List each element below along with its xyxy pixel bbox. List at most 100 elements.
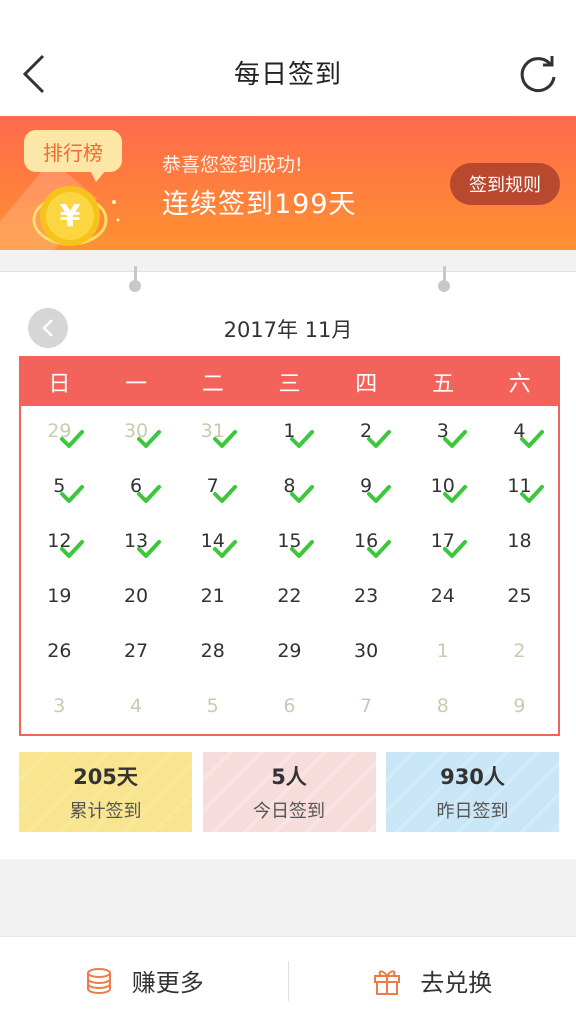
- streak-text: 连续签到199天: [162, 189, 357, 220]
- total-checkins-stat: 205天 累计签到: [19, 752, 192, 832]
- calendar-day[interactable]: 7: [174, 465, 251, 520]
- check-icon: [443, 485, 468, 503]
- weekday-label: 一: [125, 372, 148, 397]
- check-icon: [443, 430, 468, 448]
- check-icon: [290, 485, 315, 503]
- day-number: 21: [200, 585, 225, 607]
- svg-text:¥: ¥: [60, 199, 81, 234]
- coin-stack-icon: [86, 967, 111, 994]
- calendar-day[interactable]: 20: [98, 575, 175, 630]
- back-arrow-icon: [22, 54, 45, 94]
- calendar-day[interactable]: 2: [328, 410, 405, 465]
- calendar-day[interactable]: 11: [481, 465, 558, 520]
- calendar-day[interactable]: 7: [328, 685, 405, 740]
- month-label: 2017年 11月: [223, 318, 353, 342]
- gift-icon: [374, 969, 401, 995]
- pin-left: [129, 266, 141, 298]
- calendar-day[interactable]: 29: [21, 410, 98, 465]
- calendar-day[interactable]: 23: [328, 575, 405, 630]
- back-button[interactable]: [14, 52, 54, 96]
- day-number: 25: [507, 585, 532, 607]
- exchange-button[interactable]: 去兑换: [289, 937, 576, 1024]
- calendar-day[interactable]: 30: [328, 630, 405, 685]
- refresh-button[interactable]: [516, 52, 560, 96]
- stat-value: 930人: [440, 765, 505, 789]
- calendar-day[interactable]: 5: [174, 685, 251, 740]
- day-number: 28: [200, 640, 225, 662]
- calendar-day[interactable]: 25: [481, 575, 558, 630]
- day-number: 19: [47, 585, 72, 607]
- calendar-day[interactable]: 16: [328, 520, 405, 575]
- calendar-day[interactable]: 6: [251, 685, 328, 740]
- calendar-day[interactable]: 3: [21, 685, 98, 740]
- day-number: 27: [123, 640, 149, 662]
- refresh-icon: [520, 56, 556, 93]
- day-number: 8: [436, 695, 449, 717]
- check-icon: [290, 430, 315, 448]
- calendar-day[interactable]: 5: [21, 465, 98, 520]
- check-icon: [213, 540, 238, 558]
- app: 每日签到 排行榜 ¥ 恭喜您签到成功! 连续签到199天 签到规则 2017年 …: [0, 0, 576, 1024]
- day-number: 22: [277, 585, 302, 607]
- check-icon: [136, 485, 161, 503]
- calendar-day[interactable]: 9: [481, 685, 558, 740]
- yen-coin-icon: ¥: [32, 186, 120, 246]
- calendar-day[interactable]: 4: [98, 685, 175, 740]
- calendar-day[interactable]: 24: [404, 575, 481, 630]
- calendar-day[interactable]: 12: [21, 520, 98, 575]
- calendar-day[interactable]: 14: [174, 520, 251, 575]
- day-number: 6: [283, 695, 296, 717]
- checkin-rules-button[interactable]: 签到规则: [450, 163, 560, 205]
- calendar-day[interactable]: 6: [98, 465, 175, 520]
- check-icon: [60, 540, 84, 558]
- calendar-day[interactable]: 10: [404, 465, 481, 520]
- calendar-day[interactable]: 2: [481, 630, 558, 685]
- calendar-day[interactable]: 17: [404, 520, 481, 575]
- calendar-day[interactable]: 29: [251, 630, 328, 685]
- pin-right: [438, 266, 450, 298]
- check-icon: [213, 430, 238, 448]
- exchange-label: 去兑换: [420, 969, 493, 997]
- earn-more-button[interactable]: 赚更多: [0, 937, 288, 1024]
- calendar-day[interactable]: 3: [404, 410, 481, 465]
- calendar-day[interactable]: 8: [404, 685, 481, 740]
- day-number: 9: [513, 695, 526, 717]
- calendar-day[interactable]: 21: [174, 575, 251, 630]
- check-icon: [366, 430, 391, 448]
- day-number: 5: [206, 695, 219, 717]
- day-number: 4: [129, 695, 143, 717]
- weekday-label: 四: [355, 372, 378, 397]
- calendar-day[interactable]: 1: [404, 630, 481, 685]
- check-icon: [443, 540, 468, 558]
- status-bar: [0, 0, 576, 34]
- calendar-day[interactable]: 18: [481, 520, 558, 575]
- calendar-day[interactable]: 28: [174, 630, 251, 685]
- calendar-card: 2017年 11月 日一二三四五六 29 30 31 1 2 3 4 5 6 7 8 9 10 11 12 1…: [0, 266, 576, 859]
- calendar-day[interactable]: 26: [21, 630, 98, 685]
- calendar-day[interactable]: 1: [251, 410, 328, 465]
- day-number: 20: [123, 585, 149, 607]
- yesterday-checkins-stat: 930人 昨日签到: [386, 752, 559, 832]
- weekday-label: 六: [508, 372, 531, 397]
- calendar-day[interactable]: 13: [98, 520, 175, 575]
- stats-row: 205天 累计签到 5人 今日签到 930人 昨日签到: [19, 752, 559, 832]
- day-number: 7: [360, 695, 373, 717]
- calendar-day[interactable]: 8: [251, 465, 328, 520]
- calendar-day[interactable]: 27: [98, 630, 175, 685]
- calendar-day[interactable]: 31: [174, 410, 251, 465]
- calendar-day[interactable]: 9: [328, 465, 405, 520]
- calendar-day[interactable]: 30: [98, 410, 175, 465]
- calendar-day[interactable]: 19: [21, 575, 98, 630]
- earn-more-label: 赚更多: [131, 969, 204, 997]
- weekday-header: 日一二三四五六: [21, 358, 558, 406]
- check-icon: [136, 540, 161, 558]
- today-checkins-stat: 5人 今日签到: [202, 752, 376, 832]
- day-grid: 29 30 31 1 2 3 4 5 6 7 8 9 10 11 12 13 14 15 16 17 18 19 20 21 2…: [21, 406, 558, 740]
- calendar-day[interactable]: 4: [481, 410, 558, 465]
- top-bar: 每日签到: [0, 34, 576, 116]
- success-message: 恭喜您签到成功!: [162, 154, 303, 176]
- leaderboard-button[interactable]: 排行榜: [24, 130, 122, 182]
- calendar-day[interactable]: 15: [251, 520, 328, 575]
- calendar-day[interactable]: 22: [251, 575, 328, 630]
- day-number: 1: [436, 640, 449, 662]
